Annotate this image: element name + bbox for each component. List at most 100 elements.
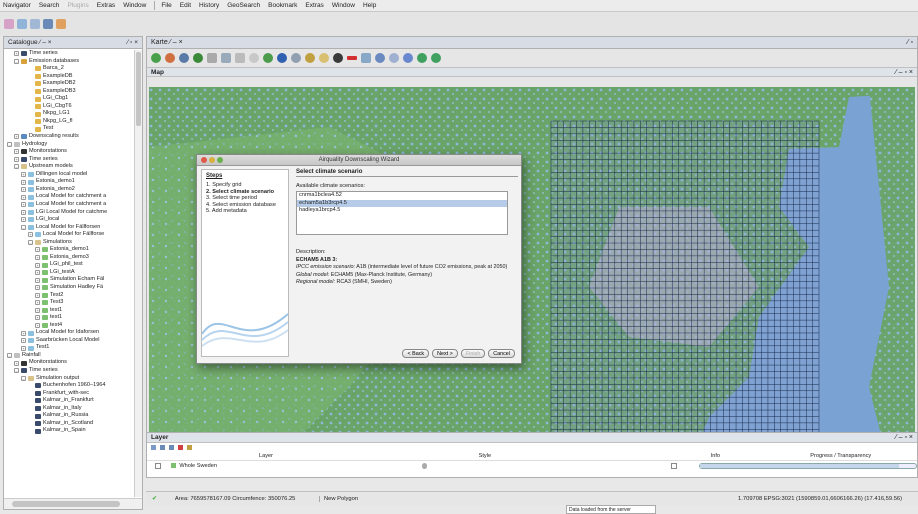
expand-toggle-icon[interactable]: + bbox=[21, 217, 26, 223]
tree-item[interactable]: LGi_Cbg1 bbox=[4, 95, 134, 103]
pan-icon[interactable] bbox=[179, 53, 189, 63]
home-icon[interactable] bbox=[56, 19, 66, 29]
expand-toggle-icon[interactable]: + bbox=[14, 156, 19, 162]
expand-toggle-icon[interactable]: + bbox=[21, 345, 26, 351]
catalogue-tab[interactable]: Catalogue ⁄ – × ⁄ ▫ × bbox=[4, 37, 142, 49]
refresh-icon[interactable] bbox=[17, 19, 27, 29]
tree-item[interactable]: + test4 bbox=[4, 322, 134, 330]
gear-icon[interactable] bbox=[305, 53, 315, 63]
close-icon[interactable] bbox=[201, 157, 207, 163]
snap-icon[interactable] bbox=[403, 53, 413, 63]
expand-toggle-icon[interactable]: + bbox=[14, 51, 19, 57]
refresh-icon[interactable] bbox=[263, 53, 273, 63]
tree-item[interactable]: ExampleDB bbox=[4, 73, 134, 81]
tree-item[interactable]: Kalmar_in_Spain bbox=[4, 427, 134, 435]
add-icon[interactable] bbox=[333, 53, 343, 63]
tree-item[interactable]: – Rainfall bbox=[4, 352, 134, 360]
tree-item[interactable]: + Estonia_demo3 bbox=[4, 254, 134, 262]
tree-item[interactable]: + Estonia_demo1 bbox=[4, 246, 134, 254]
tree-item[interactable]: – Simulation output bbox=[4, 375, 134, 383]
tree-item[interactable]: Buchenhofen 1960–1964 bbox=[4, 382, 134, 390]
select-icon[interactable] bbox=[193, 53, 203, 63]
tree-item[interactable]: + Time series bbox=[4, 156, 134, 164]
expand-toggle-icon[interactable]: – bbox=[14, 58, 19, 64]
minimize-icon[interactable] bbox=[209, 157, 215, 163]
expand-toggle-icon[interactable]: – bbox=[21, 375, 26, 381]
scenario-listbox[interactable]: cnrma1bclea4.52 echam5a1b3rcp4.5 hadleya1b… bbox=[296, 191, 508, 235]
expand-toggle-icon[interactable]: – bbox=[14, 164, 19, 170]
menu-history[interactable]: History bbox=[199, 2, 219, 9]
expand-toggle-icon[interactable]: + bbox=[35, 307, 40, 313]
hscroll-thumb[interactable] bbox=[12, 501, 120, 507]
tree-item[interactable]: Kalmar_in_Russia bbox=[4, 412, 134, 420]
cancel-button[interactable]: Cancel bbox=[488, 349, 515, 358]
expand-toggle-icon[interactable]: + bbox=[28, 232, 33, 238]
undo-icon[interactable] bbox=[417, 53, 427, 63]
layer-row[interactable]: Whole Sweden bbox=[147, 461, 917, 470]
dialog-titlebar[interactable]: Airquality Downscaling Wizard bbox=[197, 155, 521, 166]
menu-bookmark[interactable]: Bookmark bbox=[268, 2, 297, 9]
expand-toggle-icon[interactable]: + bbox=[35, 322, 40, 328]
catalogue-tab-controls[interactable]: ⁄ ▫ × bbox=[127, 39, 138, 46]
menu-edit[interactable]: Edit bbox=[180, 2, 191, 9]
expand-toggle-icon[interactable]: + bbox=[35, 277, 40, 283]
tree-item[interactable]: + Monitorstations bbox=[4, 359, 134, 367]
layer-add-icon[interactable] bbox=[151, 445, 156, 450]
tree-item[interactable]: + Downscaling results bbox=[4, 133, 134, 141]
delete-icon[interactable] bbox=[347, 56, 357, 60]
map-tab[interactable]: Karte ⁄ – × ⁄ ▫ bbox=[147, 37, 917, 49]
menu-window[interactable]: Window bbox=[332, 2, 355, 9]
expand-toggle-icon[interactable]: – bbox=[21, 224, 26, 230]
tree-item[interactable]: ExampleDB3 bbox=[4, 88, 134, 96]
tree-item[interactable]: – Upstream models bbox=[4, 163, 134, 171]
tree-item[interactable]: + Local Model for Idaforsen bbox=[4, 329, 134, 337]
menu-geosearch[interactable]: GeoSearch bbox=[227, 2, 260, 9]
expand-toggle-icon[interactable]: + bbox=[35, 247, 40, 253]
menu-left-search[interactable]: Search bbox=[39, 2, 60, 9]
expand-toggle-icon[interactable]: – bbox=[7, 141, 12, 147]
map-tab-controls[interactable]: ⁄ ▫ bbox=[907, 39, 913, 46]
expand-toggle-icon[interactable]: + bbox=[21, 202, 26, 208]
catalogue-hscrollbar[interactable] bbox=[4, 498, 142, 509]
tree-item[interactable]: Kalmar_in_Italy bbox=[4, 405, 134, 413]
node-icon[interactable] bbox=[389, 53, 399, 63]
expand-toggle-icon[interactable]: + bbox=[14, 149, 19, 155]
tree-item[interactable]: + Local Model for catchment a bbox=[4, 193, 134, 201]
layer-style-icon[interactable] bbox=[421, 462, 428, 469]
tree-item[interactable]: – Simulations bbox=[4, 239, 134, 247]
tree-item[interactable]: + Estonia_demo2 bbox=[4, 186, 134, 194]
scenario-option[interactable]: hadleya1brcp4.5 bbox=[297, 207, 507, 215]
search-icon[interactable] bbox=[249, 53, 259, 63]
expand-toggle-icon[interactable]: – bbox=[7, 353, 12, 359]
tree-item[interactable]: Test bbox=[4, 125, 134, 133]
tree-item[interactable]: – Hydrology bbox=[4, 141, 134, 149]
edit-icon[interactable] bbox=[375, 53, 385, 63]
expand-toggle-icon[interactable]: + bbox=[35, 262, 40, 268]
expand-toggle-icon[interactable]: + bbox=[21, 187, 26, 193]
measure-icon[interactable] bbox=[207, 53, 217, 63]
tree-item[interactable]: + Time series bbox=[4, 50, 134, 58]
menu-file[interactable]: File bbox=[161, 2, 171, 9]
tree-item[interactable]: + Dillingen local model bbox=[4, 171, 134, 179]
back-icon[interactable] bbox=[4, 19, 14, 29]
transparency-slider[interactable] bbox=[698, 462, 917, 469]
tree-item[interactable]: + Local Model for catchment a bbox=[4, 201, 134, 209]
tree-item[interactable]: + LGi_local bbox=[4, 216, 134, 224]
back-button[interactable]: < Back bbox=[402, 349, 430, 358]
tree-item[interactable]: + Test1 bbox=[4, 344, 134, 352]
tree-item[interactable]: + Monitorstations bbox=[4, 148, 134, 156]
maximize-icon[interactable] bbox=[217, 157, 223, 163]
layer-props-icon[interactable] bbox=[187, 445, 192, 450]
expand-toggle-icon[interactable]: + bbox=[35, 255, 40, 261]
expand-toggle-icon[interactable]: + bbox=[21, 330, 26, 336]
expand-toggle-icon[interactable]: + bbox=[21, 172, 26, 178]
tree-item[interactable]: + Saarbrücken Local Model bbox=[4, 337, 134, 345]
layer-icon[interactable] bbox=[221, 53, 231, 63]
tree-item[interactable]: + Simulation Hadley Fä bbox=[4, 284, 134, 292]
menu-left-window[interactable]: Window bbox=[123, 2, 146, 9]
grid-icon[interactable] bbox=[43, 19, 53, 29]
tree-item[interactable]: Nkpg_LG_fl bbox=[4, 118, 134, 126]
tree-item[interactable]: + Test3 bbox=[4, 299, 134, 307]
map-header-controls[interactable]: ⁄ – ▫ × bbox=[896, 69, 913, 76]
expand-toggle-icon[interactable]: + bbox=[35, 285, 40, 291]
